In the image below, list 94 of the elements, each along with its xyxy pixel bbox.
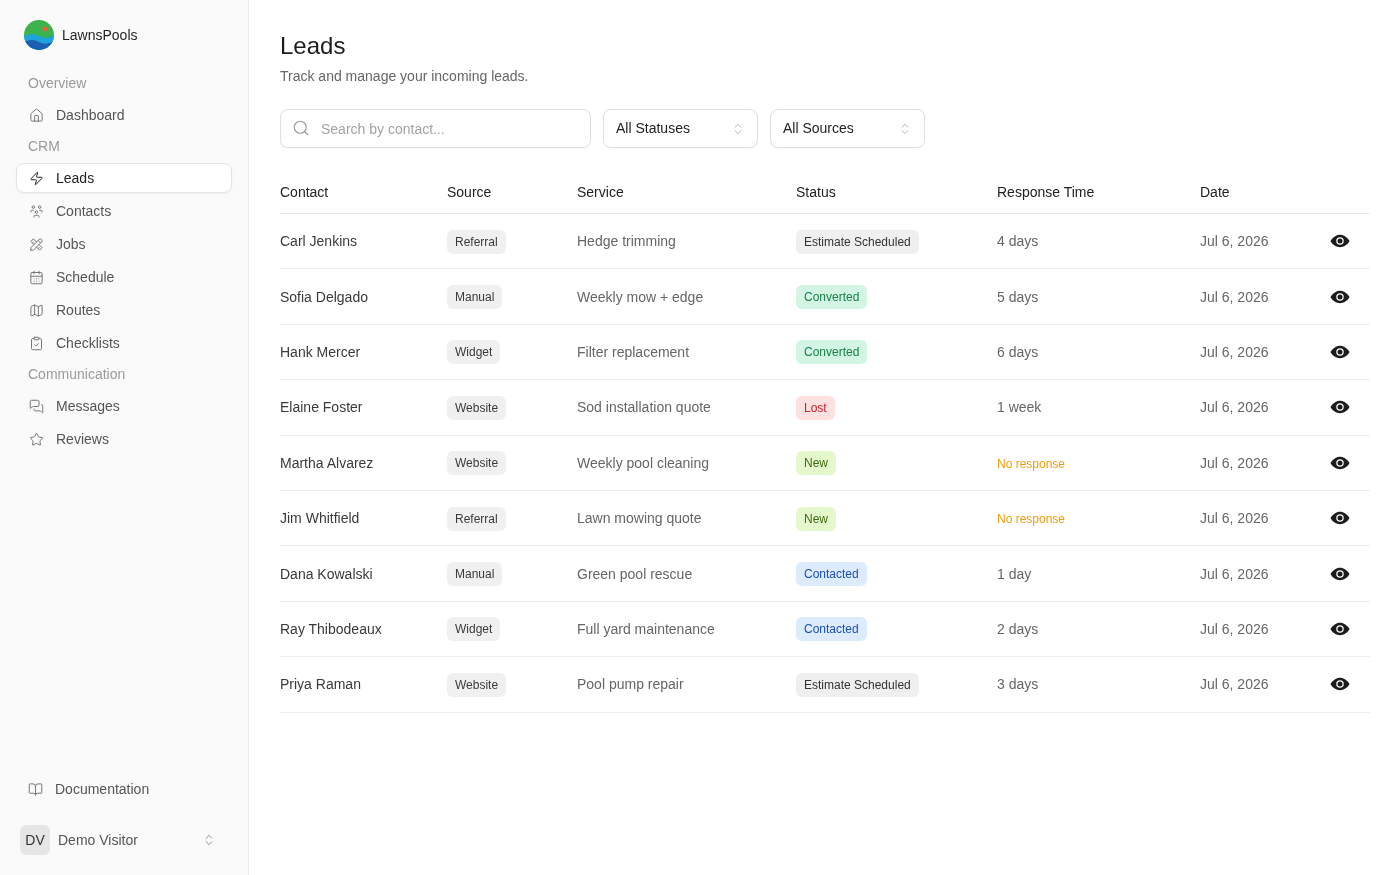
lightning-icon	[29, 170, 44, 186]
response-time: 4 days	[997, 233, 1039, 250]
source-tag: Website	[447, 395, 507, 420]
search-field[interactable]: Search by contact...	[280, 109, 591, 148]
contact-name: Martha Alvarez	[280, 454, 374, 471]
service-text: Weekly pool cleaning	[577, 454, 710, 471]
source-tag: Website	[447, 451, 507, 476]
logo-icon	[24, 20, 54, 50]
user-menu[interactable]: DV Demo Visitor	[16, 820, 232, 860]
source-tag: Widget	[447, 617, 501, 642]
response-time: 1 week	[997, 399, 1042, 416]
source-tag: Manual	[447, 562, 503, 587]
response-time: No response	[997, 512, 1066, 527]
chat-bubbles-icon	[29, 398, 44, 414]
star-icon	[29, 431, 44, 447]
map-icon	[29, 302, 44, 318]
contact-name: Jim Whitfield	[280, 510, 360, 527]
nav-item[interactable]: Contacts	[16, 196, 232, 226]
calendar-icon	[29, 269, 44, 285]
date-text: Jul 6, 2026	[1200, 620, 1269, 637]
service-text: Full yard maintenance	[577, 620, 715, 637]
brand-name: LawnsPools	[62, 25, 138, 45]
date-text: Jul 6, 2026	[1200, 454, 1269, 471]
page-title: Leads	[280, 31, 347, 61]
user-name: Demo Visitor	[58, 830, 139, 850]
nav-item[interactable]: Dashboard	[16, 100, 232, 130]
status-tag: Converted	[796, 285, 868, 310]
search-icon	[292, 119, 310, 137]
response-time: 3 days	[997, 676, 1039, 693]
column-header: Date	[1200, 183, 1230, 200]
column-header: Source	[447, 183, 492, 200]
status-tag: Converted	[796, 340, 868, 365]
page-subtitle: Track and manage your incoming leads.	[280, 67, 530, 86]
date-text: Jul 6, 2026	[1200, 510, 1269, 527]
nav-group-label: CRM	[28, 136, 60, 156]
service-text: Green pool rescue	[577, 565, 693, 582]
source-tag: Widget	[447, 340, 501, 365]
response-time: 1 day	[997, 565, 1032, 582]
filter-select[interactable]: All Sources	[770, 109, 925, 148]
date-text: Jul 6, 2026	[1200, 565, 1269, 582]
user-avatar: DV	[20, 825, 50, 855]
date-text: Jul 6, 2026	[1200, 343, 1269, 360]
source-tag: Manual	[447, 285, 503, 310]
nav-group-label: Overview	[28, 73, 87, 93]
service-text: Sod installation quote	[577, 399, 711, 416]
service-text: Pool pump repair	[577, 676, 684, 693]
contact-name: Hank Mercer	[280, 343, 361, 360]
date-text: Jul 6, 2026	[1200, 399, 1269, 416]
column-header: Contact	[280, 183, 329, 200]
status-tag: New	[796, 451, 836, 476]
source-tag: Website	[447, 672, 507, 697]
response-time: No response	[997, 456, 1066, 471]
status-tag: Contacted	[796, 562, 867, 587]
nav-item[interactable]: Messages	[16, 391, 232, 421]
contact-name: Carl Jenkins	[280, 233, 358, 250]
source-tag: Referral	[447, 506, 506, 531]
service-text: Lawn mowing quote	[577, 510, 702, 527]
nav-item[interactable]: Routes	[16, 295, 232, 325]
status-tag: Estimate Scheduled	[796, 229, 919, 254]
contact-name: Priya Raman	[280, 676, 361, 693]
column-header: Status	[796, 183, 836, 200]
date-text: Jul 6, 2026	[1200, 676, 1269, 693]
status-tag: New	[796, 506, 836, 531]
status-tag: Lost	[796, 395, 835, 420]
response-time: 5 days	[997, 288, 1039, 305]
service-text: Filter replacement	[577, 343, 690, 360]
nav-item[interactable]: Checklists	[16, 328, 232, 358]
date-text: Jul 6, 2026	[1200, 288, 1269, 305]
book-icon	[28, 781, 43, 797]
clipboard-icon	[29, 335, 44, 351]
status-tag: Contacted	[796, 617, 867, 642]
nav-group-label: Communication	[28, 364, 126, 384]
service-text: Hedge trimming	[577, 233, 676, 250]
column-header: Service	[577, 183, 624, 200]
service-text: Weekly mow + edge	[577, 288, 704, 305]
nav-item[interactable]: Jobs	[16, 229, 232, 259]
filter-select[interactable]: All Statuses	[603, 109, 758, 148]
contact-name: Sofia Delgado	[280, 288, 368, 305]
house-icon	[29, 107, 44, 123]
column-header: Response Time	[997, 183, 1095, 200]
pencil-ruler-icon	[29, 236, 44, 252]
contact-name: Ray Thibodeaux	[280, 620, 382, 637]
documentation-link[interactable]: Documentation	[16, 774, 232, 804]
response-time: 6 days	[997, 343, 1039, 360]
source-tag: Referral	[447, 229, 506, 254]
nav-item[interactable]: Schedule	[16, 262, 232, 292]
people-icon	[29, 203, 44, 219]
status-tag: Estimate Scheduled	[796, 672, 919, 697]
nav-item[interactable]: Reviews	[16, 424, 232, 454]
nav-item[interactable]: Leads	[16, 163, 232, 193]
date-text: Jul 6, 2026	[1200, 233, 1269, 250]
contact-name: Dana Kowalski	[280, 565, 373, 582]
contact-name: Elaine Foster	[280, 399, 363, 416]
response-time: 2 days	[997, 620, 1039, 637]
